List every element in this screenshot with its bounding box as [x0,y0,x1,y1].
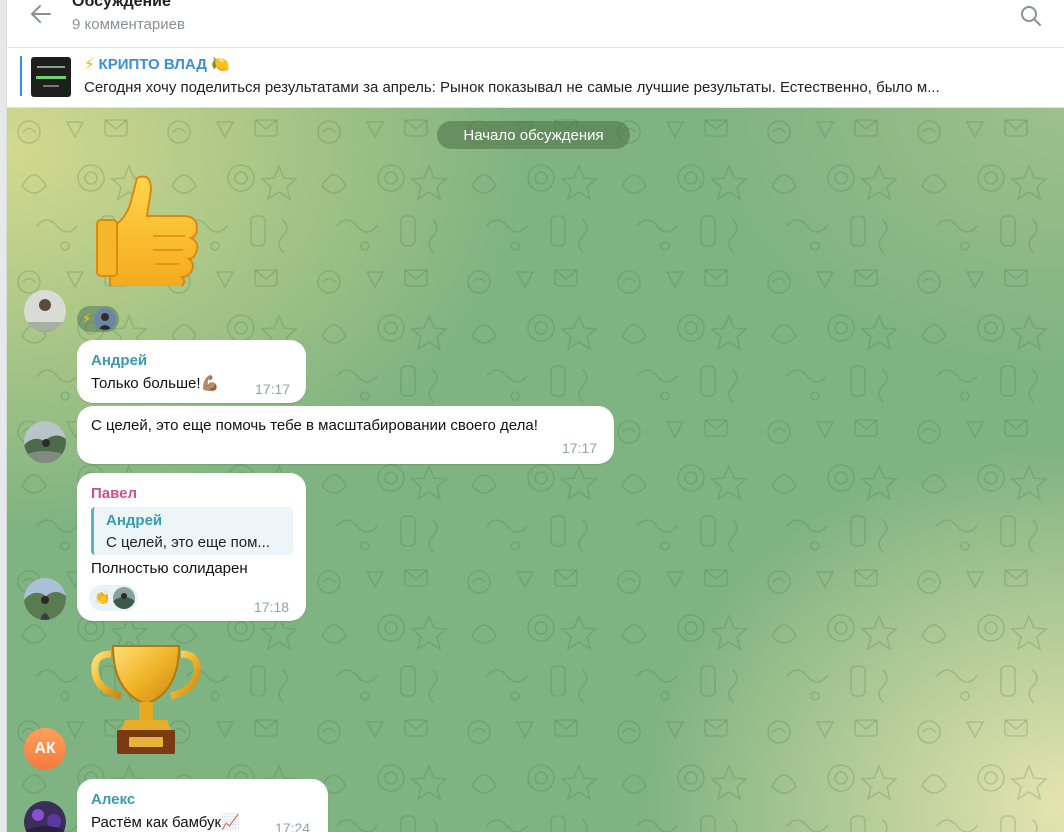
lemon-icon: 🍋 [210,56,230,73]
message-time: 17:17 [255,381,291,397]
search-button[interactable] [1018,3,1044,29]
message-text: Только больше!💪🏽 [91,375,220,392]
date-separator: Начало обсуждения [437,121,630,149]
trophy-sticker[interactable] [91,640,201,758]
channel-name: ⚡ КРИПТО ВЛАД 🍋 [84,56,230,74]
chat-header: Обсуждение 9 комментариев [7,0,1064,48]
avatar-pavel[interactable] [24,578,66,620]
reply-quote[interactable]: Андрей С целей, это еще пом... [91,507,293,555]
post-preview-text: Сегодня хочу поделиться результатами за … [84,79,940,96]
post-thumbnail [31,57,71,97]
reply-quote-text: С целей, это еще пом... [106,534,270,551]
message-bubble[interactable]: С целей, это еще помочь тебе в масштабир… [77,406,614,464]
reaction-lightning[interactable]: ⚡ [77,306,120,332]
avatar-initials: АК [34,740,56,757]
avatar-andrey[interactable] [24,421,66,463]
message-text: С целей, это еще помочь тебе в масштабир… [91,417,538,434]
lightning-icon: ⚡ [82,311,92,326]
avatar-reactor-1[interactable] [24,290,66,332]
message-sender[interactable]: Андрей [91,352,147,370]
back-button[interactable] [27,2,55,26]
message-time: 17:24 [275,820,311,832]
original-post-preview[interactable]: ⚡ КРИПТО ВЛАД 🍋 Сегодня хочу поделиться … [7,48,1064,108]
message-time: 17:18 [254,599,290,615]
message-bubble[interactable]: Павел Андрей С целей, это еще пом... Пол… [77,473,306,621]
thumbs-up-sticker[interactable] [93,170,203,286]
message-bubble[interactable]: Андрей Только больше!💪🏽 17:17 [77,340,306,403]
message-text: Полностью солидарен [91,560,248,577]
reply-quote-sender: Андрей [106,512,163,529]
message-time: 17:17 [562,440,598,456]
message-sender[interactable]: Алекс [91,791,135,809]
header-title: Обсуждение [72,0,171,10]
reactor-mini-avatar [113,587,136,609]
avatar-ak[interactable]: АК [24,728,66,770]
message-text: Растём как бамбук📈 [91,814,240,831]
reactor-mini-avatar [94,308,117,330]
pinned-accent-bar [20,56,22,96]
back-arrow-icon [31,5,51,23]
chat-area[interactable]: Начало обсуждения ⚡ Андрей Только больше… [7,108,1064,832]
channel-name-label: КРИПТО ВЛАД [98,56,207,73]
message-bubble[interactable]: Алекс Растём как бамбук📈 17:24 [77,779,328,832]
reaction-clap[interactable]: 👏 [89,585,139,611]
search-icon [1021,6,1041,26]
comments-count: 9 комментариев [72,16,185,33]
left-panel-edge [0,0,7,832]
lightning-icon: ⚡ [84,56,95,73]
clap-icon: 👏 [94,590,111,605]
message-sender[interactable]: Павел [91,485,137,503]
